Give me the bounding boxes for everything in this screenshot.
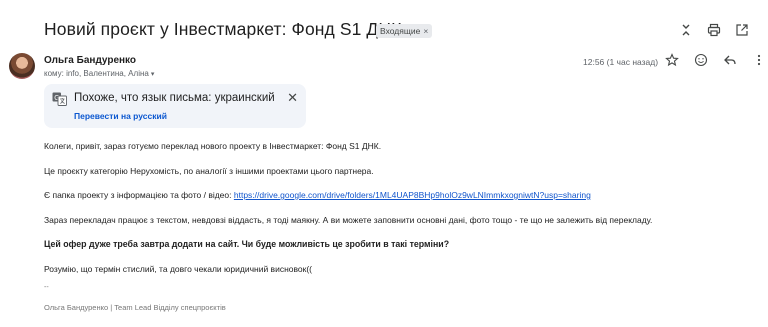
expand-collapse-icon[interactable]	[678, 22, 694, 38]
body-line-folder: Є папка проекту з інформацією та фото / …	[44, 190, 591, 200]
more-options-icon[interactable]	[751, 52, 767, 68]
star-icon[interactable]	[664, 52, 680, 68]
folder-text: Є папка проекту з інформацією та фото / …	[44, 190, 234, 200]
email-signature: Ольга Бандуренко | Team Lead Відділу спе…	[44, 303, 226, 312]
close-translate-icon[interactable]: ✕	[287, 91, 298, 104]
body-line-understanding: Розумію, що термін стислий, та довго чек…	[44, 264, 313, 274]
top-actions	[678, 22, 750, 38]
inbox-label-chip[interactable]: Входящие ×	[376, 24, 433, 38]
translate-message: Похоже, что язык письма: украинский	[74, 92, 275, 104]
translate-to-russian-link[interactable]: Перевести на русский	[74, 111, 167, 121]
reply-icon[interactable]	[722, 52, 738, 68]
translate-banner: G Похоже, что язык письма: украинский Пе…	[44, 84, 306, 128]
recipients-text: кому: info, Валентина, Аліна	[44, 69, 149, 78]
drive-folder-link[interactable]: https://drive.google.com/drive/folders/1…	[234, 190, 591, 200]
header-actions	[664, 52, 767, 68]
sender-name[interactable]: Ольга Бандуренко	[44, 55, 136, 66]
translate-icon: G	[52, 92, 67, 106]
email-time: 12:56 (1 час назад)	[583, 57, 659, 67]
body-line-request: Цей офер дуже треба завтра додати на сай…	[44, 239, 450, 249]
remove-label-icon[interactable]: ×	[423, 26, 428, 36]
signature-separator: --	[44, 284, 49, 291]
emoji-reaction-icon[interactable]	[693, 52, 709, 68]
subject-row: Новий проєкт у Інвестмаркет: Фонд S1 ДНК…	[44, 17, 760, 47]
print-icon[interactable]	[706, 22, 722, 38]
open-in-new-window-icon[interactable]	[734, 22, 750, 38]
show-details-icon[interactable]: ▾	[151, 71, 155, 78]
sender-avatar[interactable]	[9, 53, 35, 79]
recipients-line: кому: info, Валентина, Аліна ▾	[44, 69, 154, 78]
body-line-category: Це проєкту категорію Нерухомість, по ана…	[44, 166, 374, 176]
body-line-translator: Зараз перекладач працює з текстом, невдо…	[44, 215, 653, 225]
label-text: Входящие	[380, 26, 421, 36]
email-subject: Новий проєкт у Інвестмаркет: Фонд S1 ДНК	[44, 19, 402, 39]
body-line-greeting: Колеги, привіт, зараз готуємо переклад н…	[44, 141, 382, 151]
